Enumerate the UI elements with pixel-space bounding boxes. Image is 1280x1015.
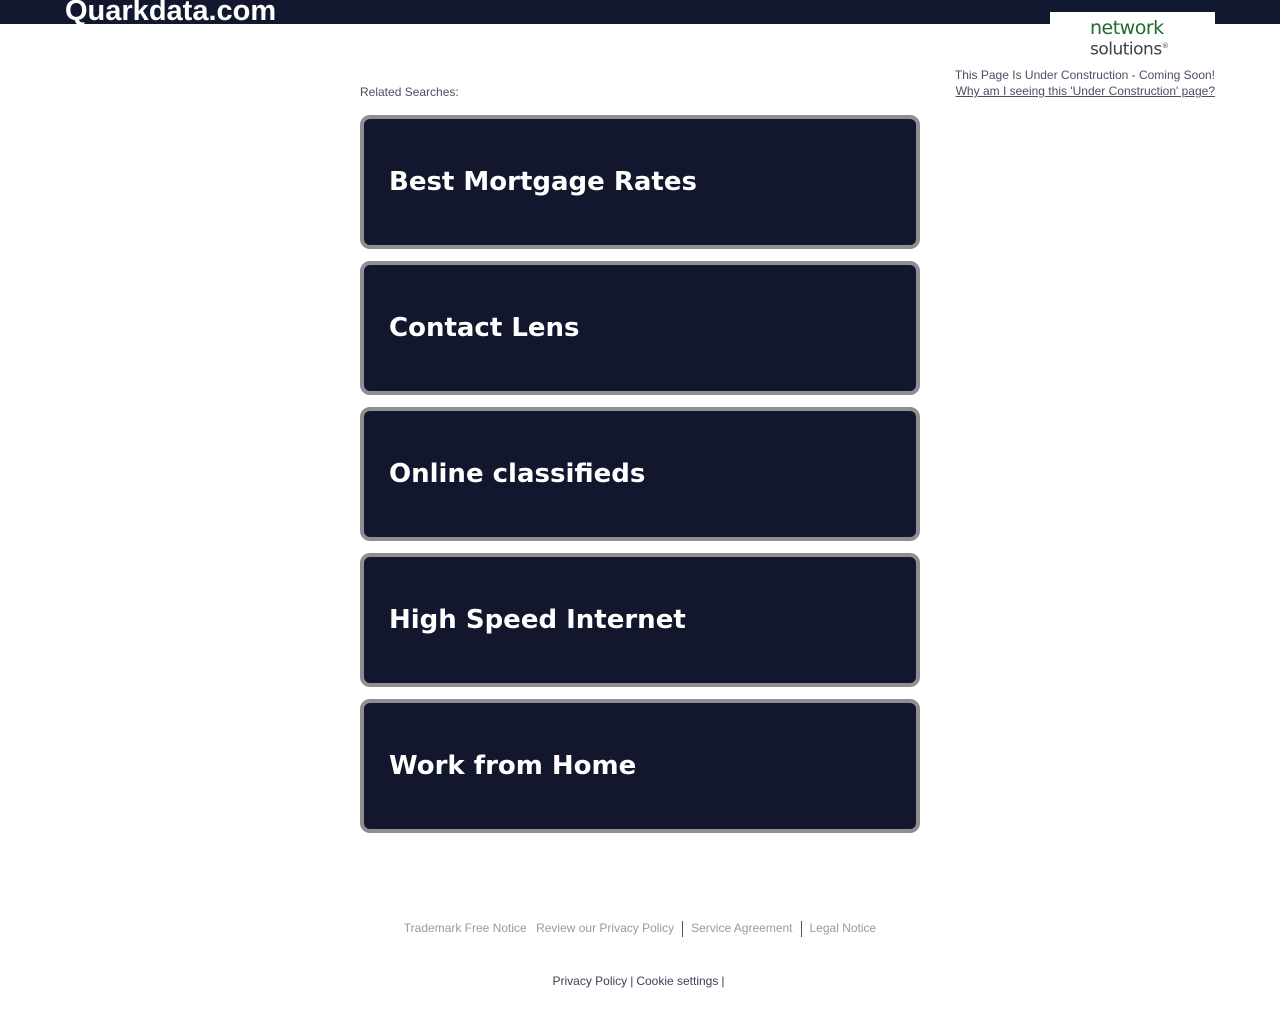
related-searches-label: Related Searches: (360, 85, 459, 99)
related-search-item[interactable]: Contact Lens (360, 261, 920, 395)
footer-pipe: | (630, 974, 634, 988)
related-search-item[interactable]: Best Mortgage Rates (360, 115, 920, 249)
logo-network-text: network (1090, 17, 1164, 39)
related-search-label: Contact Lens (389, 313, 580, 343)
related-search-label: High Speed Internet (389, 605, 686, 635)
privacy-policy-link[interactable]: Privacy Policy (553, 974, 628, 988)
related-search-item[interactable]: Work from Home (360, 699, 920, 833)
construction-notice: This Page Is Under Construction - Coming… (955, 67, 1215, 99)
related-searches-list: Best Mortgage Rates Contact Lens Online … (360, 115, 920, 845)
related-search-label: Best Mortgage Rates (389, 167, 697, 197)
legal-notice-link[interactable]: Legal Notice (810, 921, 877, 935)
footer-pipe: | (721, 974, 725, 988)
trademark-notice-link[interactable]: Trademark Free Notice (404, 921, 527, 935)
footer-divider (682, 920, 684, 937)
why-construction-link[interactable]: Why am I seeing this 'Under Construction… (956, 84, 1215, 98)
construction-status: This Page Is Under Construction - Coming… (954, 68, 1215, 82)
footer-legal-links: Trademark Free Notice Review our Privacy… (0, 920, 1280, 937)
cookie-settings-link[interactable]: Cookie settings (636, 974, 718, 988)
related-search-label: Work from Home (389, 751, 637, 781)
domain-title: Quarkdata.com (65, 0, 277, 27)
related-search-label: Online classifieds (389, 459, 646, 489)
logo-solutions-text: solutions® (1090, 36, 1169, 60)
footer-bottom-links: Privacy Policy | Cookie settings | (0, 973, 1280, 989)
service-agreement-link[interactable]: Service Agreement (691, 921, 792, 935)
footer-divider (800, 920, 802, 937)
related-search-item[interactable]: Online classifieds (360, 407, 920, 541)
logo-solutions-word: solutions (1090, 39, 1162, 60)
logo-registered-mark: ® (1161, 42, 1169, 50)
related-search-item[interactable]: High Speed Internet (360, 553, 920, 687)
privacy-review-link[interactable]: Review our Privacy Policy (536, 921, 674, 935)
network-solutions-logo[interactable]: network solutions® (1050, 12, 1215, 60)
